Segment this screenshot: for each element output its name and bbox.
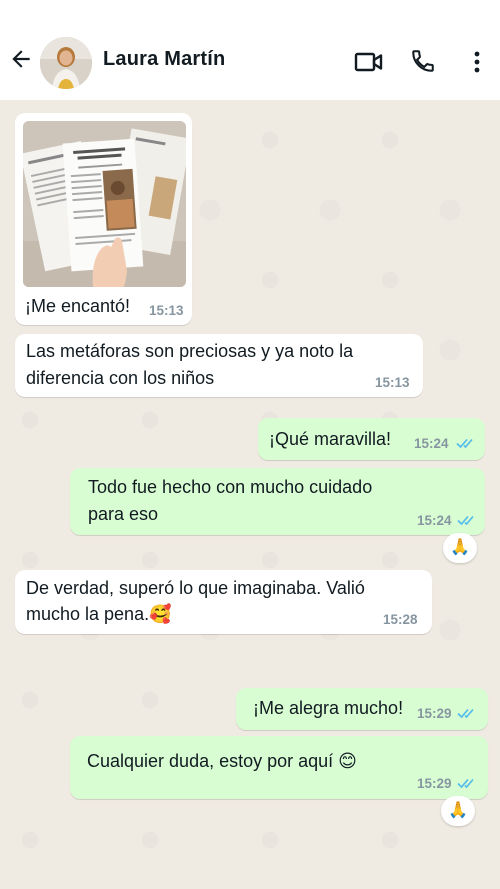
message-text-line: diferencia con los niños [26,368,215,388]
message-bubble-incoming[interactable]: Las metáforas son preciosas y ya noto la… [15,334,423,397]
message-text-line: para eso [88,504,159,524]
message-bubble-outgoing[interactable]: Cualquier duda, estoy por aquí 😊 15:29 [70,736,488,799]
message-time: 15:28 [383,612,418,627]
message-time: 15:29 [417,706,452,721]
message-text-line: Las metáforas son preciosas y ya noto la [26,341,354,361]
contact-name[interactable]: Laura Martín [103,48,225,71]
message-bubble-incoming[interactable]: De verdad, superó lo que imaginaba. Vali… [15,570,432,634]
message-text-line: mucho la pena.🥰 [26,604,172,624]
message-time: 15:13 [375,375,410,390]
read-receipt-icon [456,438,473,449]
message-bubble-image[interactable]: ¡Me encantó! 15:13 [15,113,192,325]
message-text: Cualquier duda, estoy por aquí 😊 [87,751,357,771]
message-bubble-outgoing[interactable]: ¡Me alegra mucho! 15:29 [236,688,488,730]
read-receipt-icon [457,778,474,789]
chat-header: Laura Martín [0,0,500,100]
shared-photo[interactable] [23,121,186,287]
read-receipt-icon [457,708,474,719]
message-text: ¡Me alegra mucho! [253,698,404,718]
more-vert-icon[interactable] [468,49,486,75]
message-time: 15:24 [417,513,452,528]
message-time: 15:29 [417,776,452,791]
reaction-badge[interactable]: 🙏 [443,533,477,563]
read-receipt-icon [457,515,474,526]
message-bubble-outgoing[interactable]: Todo fue hecho con mucho cuidado para es… [70,468,485,535]
avatar[interactable] [40,37,92,89]
reaction-badge[interactable]: 🙏 [441,796,475,826]
message-text: ¡Qué maravilla! [269,429,392,449]
video-call-icon[interactable] [354,50,384,74]
message-caption: ¡Me encantó! [25,296,131,316]
back-arrow-icon[interactable] [8,46,34,72]
message-time: 15:13 [149,303,184,318]
message-bubble-outgoing[interactable]: ¡Qué maravilla! 15:24 [258,418,485,460]
message-text-line: De verdad, superó lo que imaginaba. Vali… [26,578,365,598]
message-text-line: Todo fue hecho con mucho cuidado [88,477,373,497]
message-time: 15:24 [414,436,449,451]
phone-icon[interactable] [410,48,436,74]
